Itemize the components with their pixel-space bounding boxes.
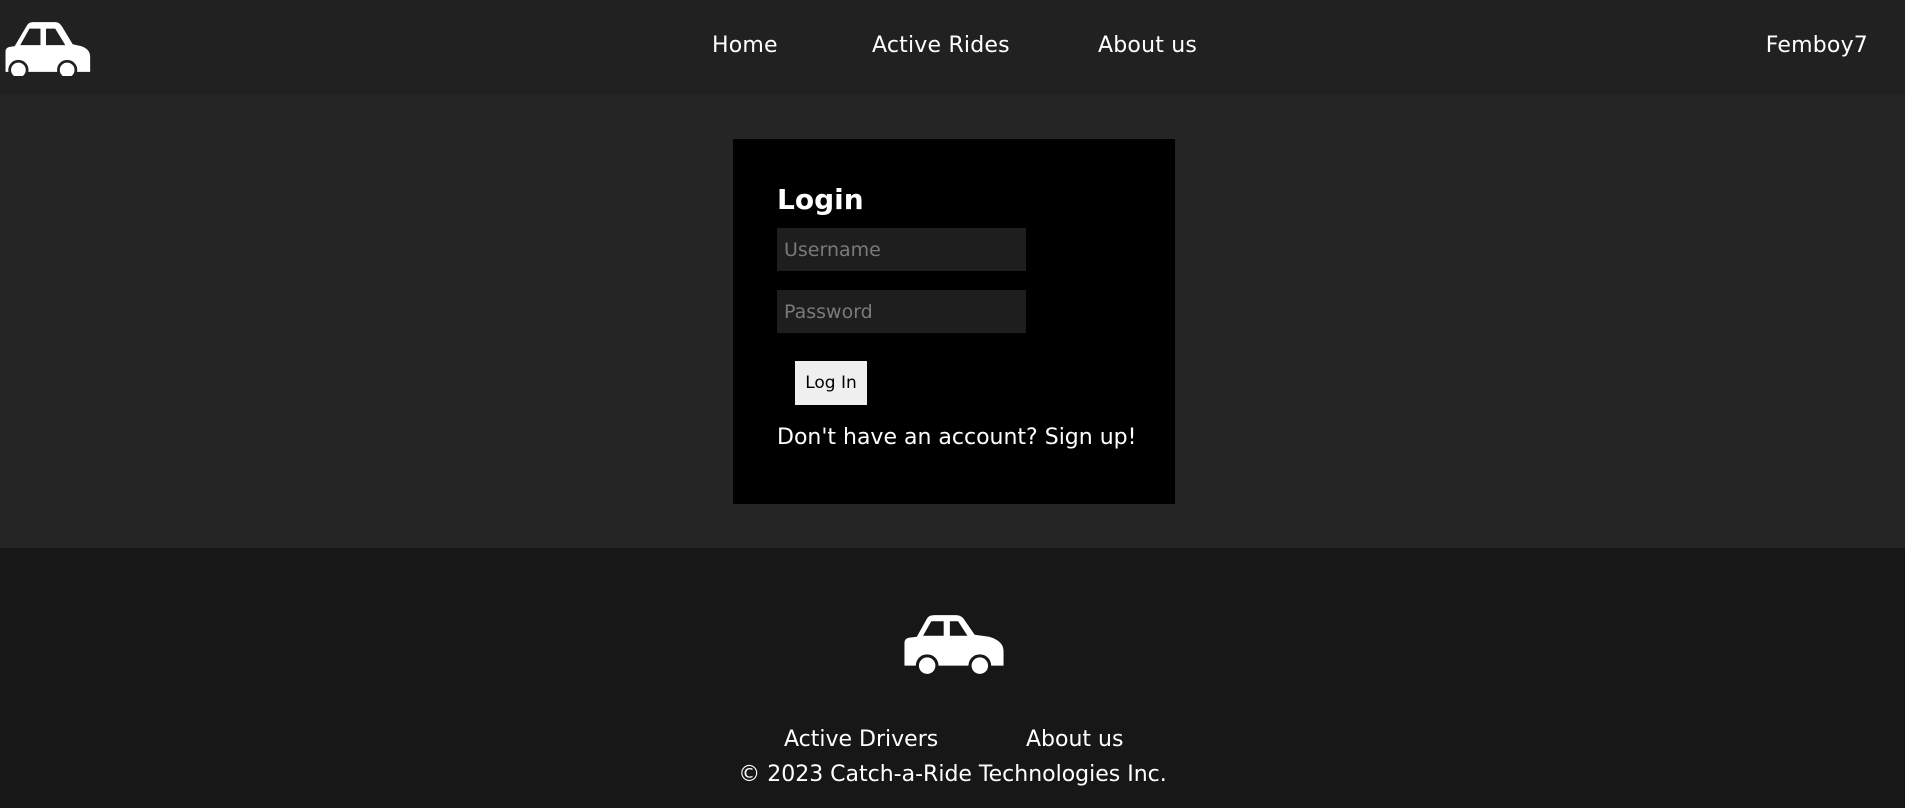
login-button[interactable]: Log In [795,361,867,405]
nav-link-about-us[interactable]: About us [1098,33,1197,58]
password-input[interactable] [777,290,1026,333]
user-profile-link[interactable]: Femboy7 [1766,33,1868,58]
car-logo-icon[interactable] [0,18,92,76]
footer-link-active-drivers[interactable]: Active Drivers [784,727,938,752]
nav-link-active-rides[interactable]: Active Rides [872,33,1010,58]
login-form: Login Log In Don't have an account? Sign… [733,139,1175,504]
signup-prompt-text: Don't have an account? [777,425,1038,450]
nav-link-home[interactable]: Home [712,33,778,58]
signup-link[interactable]: Sign up! [1045,425,1137,450]
footer-link-about-us[interactable]: About us [1026,727,1123,752]
car-icon [898,612,1010,676]
page-footer: Active Drivers About us © 2023 Catch-a-R… [0,548,1905,808]
signup-prompt: Don't have an account? Sign up! [777,425,1136,450]
top-navbar: Home Active Rides About us Femboy7 [0,0,1905,95]
login-title: Login [777,183,864,216]
copyright-text: © 2023 Catch-a-Ride Technologies Inc. [738,762,1167,787]
username-input[interactable] [777,228,1026,271]
